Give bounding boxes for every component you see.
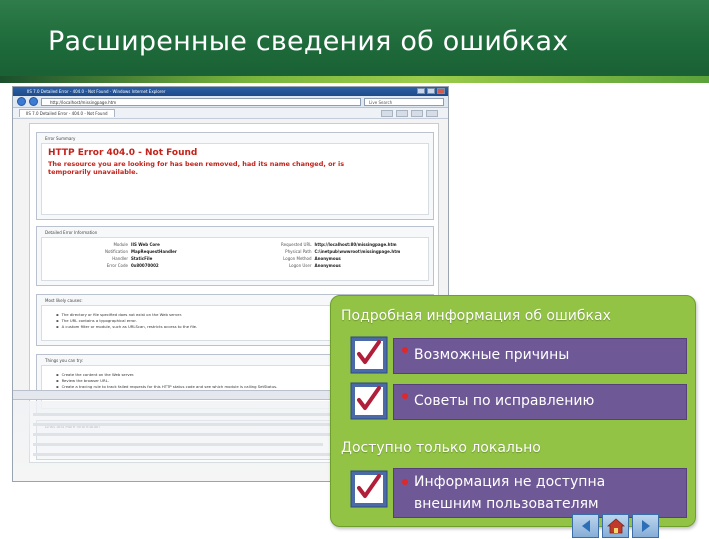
checkbox-check-icon bbox=[350, 382, 388, 420]
item-external-label: Информация не доступна внешним пользоват… bbox=[414, 474, 606, 512]
error-summary-title: Error Summary bbox=[45, 136, 76, 141]
detail-label: Requested URL bbox=[281, 242, 312, 247]
url-input[interactable]: http://localhost/missingpage.htm bbox=[41, 97, 361, 106]
maximize-icon[interactable] bbox=[427, 88, 435, 94]
slide-title: Расширенные сведения об ошибках bbox=[48, 26, 569, 57]
arrow-right-icon bbox=[641, 520, 650, 532]
item-tips: Советы по исправлению bbox=[393, 384, 687, 420]
back-icon[interactable] bbox=[17, 97, 26, 106]
detail-label: Module bbox=[113, 242, 128, 247]
error-heading: HTTP Error 404.0 - Not Found bbox=[48, 148, 198, 158]
close-icon[interactable] bbox=[437, 88, 445, 94]
slide-header: Расширенные сведения об ошибках bbox=[0, 0, 709, 83]
forward-icon[interactable] bbox=[29, 97, 38, 106]
home-icon bbox=[606, 518, 625, 534]
home-icon[interactable] bbox=[381, 109, 393, 117]
home-slide-button[interactable] bbox=[602, 514, 629, 538]
browser-toolbar bbox=[381, 109, 438, 117]
minimize-icon[interactable] bbox=[417, 88, 425, 94]
tryit-title: Things you can try: bbox=[45, 358, 84, 363]
previous-slide-button[interactable] bbox=[572, 514, 599, 538]
browser-addressbar: http://localhost/missingpage.htm Live Se… bbox=[13, 96, 448, 108]
arrow-left-icon bbox=[581, 520, 590, 532]
error-message: The resource you are looking for has bee… bbox=[48, 160, 345, 176]
detail-value: http://localhost:80/missingpage.htm bbox=[314, 242, 397, 247]
bullet-dot bbox=[402, 393, 408, 399]
detail-grid: Module IIS Web Core Requested URL http:/… bbox=[48, 242, 422, 268]
detailed-error-title: Detailed Error Information bbox=[45, 230, 98, 235]
print-icon[interactable] bbox=[411, 109, 423, 117]
item-causes-label: Возможные причины bbox=[414, 347, 570, 363]
item-causes: Возможные причины bbox=[393, 338, 687, 374]
browser-window-title: IIS 7.0 Detailed Error - 404.0 - Not Fou… bbox=[27, 89, 166, 94]
error-summary-box: Error Summary HTTP Error 404.0 - Not Fou… bbox=[36, 132, 434, 220]
next-slide-button[interactable] bbox=[632, 514, 659, 538]
item-external: Информация не доступна внешним пользоват… bbox=[393, 468, 687, 518]
detail-label: Notification bbox=[105, 249, 128, 254]
detail-label: Physical Path bbox=[285, 249, 312, 254]
browser-titlebar: IIS 7.0 Detailed Error - 404.0 - Not Fou… bbox=[13, 87, 448, 96]
detail-value: MapRequestHandler bbox=[131, 249, 177, 254]
window-controls bbox=[417, 88, 445, 94]
detail-label: Error Code bbox=[106, 263, 128, 268]
bullet-dot bbox=[402, 347, 408, 353]
header-stripe bbox=[0, 76, 709, 83]
detail-value: StaticFile bbox=[131, 256, 153, 261]
search-input[interactable]: Live Search bbox=[364, 97, 444, 106]
feeds-icon[interactable] bbox=[396, 109, 408, 117]
detailed-error-box: Detailed Error Information Module IIS We… bbox=[36, 226, 434, 286]
detail-value: C:\inetpub\wwwroot\missingpage.htm bbox=[314, 249, 401, 254]
detail-label: Logon User bbox=[288, 263, 312, 268]
causes-title: Most likely causes: bbox=[45, 298, 83, 303]
detail-value: Anonymous bbox=[314, 256, 341, 261]
browser-tabbar: IIS 7.0 Detailed Error - 404.0 - Not Fou… bbox=[13, 108, 448, 119]
browser-tab[interactable]: IIS 7.0 Detailed Error - 404.0 - Not Fou… bbox=[19, 109, 115, 117]
page-menu-icon[interactable] bbox=[426, 109, 438, 117]
callout-panel: Подробная информация об ошибках Возможны… bbox=[330, 295, 696, 527]
detail-value: Anonymous bbox=[314, 263, 341, 268]
item-tips-label: Советы по исправлению bbox=[414, 393, 595, 409]
callout-heading-details: Подробная информация об ошибках bbox=[341, 308, 611, 324]
checkbox-check-icon bbox=[350, 336, 388, 374]
detail-value: IIS Web Core bbox=[131, 242, 160, 247]
slide-navigation bbox=[572, 514, 659, 538]
detail-label: Logon Method bbox=[283, 256, 312, 261]
detail-label: Handler bbox=[112, 256, 128, 261]
detail-value: 0x80070002 bbox=[131, 263, 159, 268]
checkbox-check-icon bbox=[350, 470, 388, 508]
callout-heading-local: Доступно только локально bbox=[341, 440, 541, 456]
bullet-dot bbox=[402, 479, 408, 485]
